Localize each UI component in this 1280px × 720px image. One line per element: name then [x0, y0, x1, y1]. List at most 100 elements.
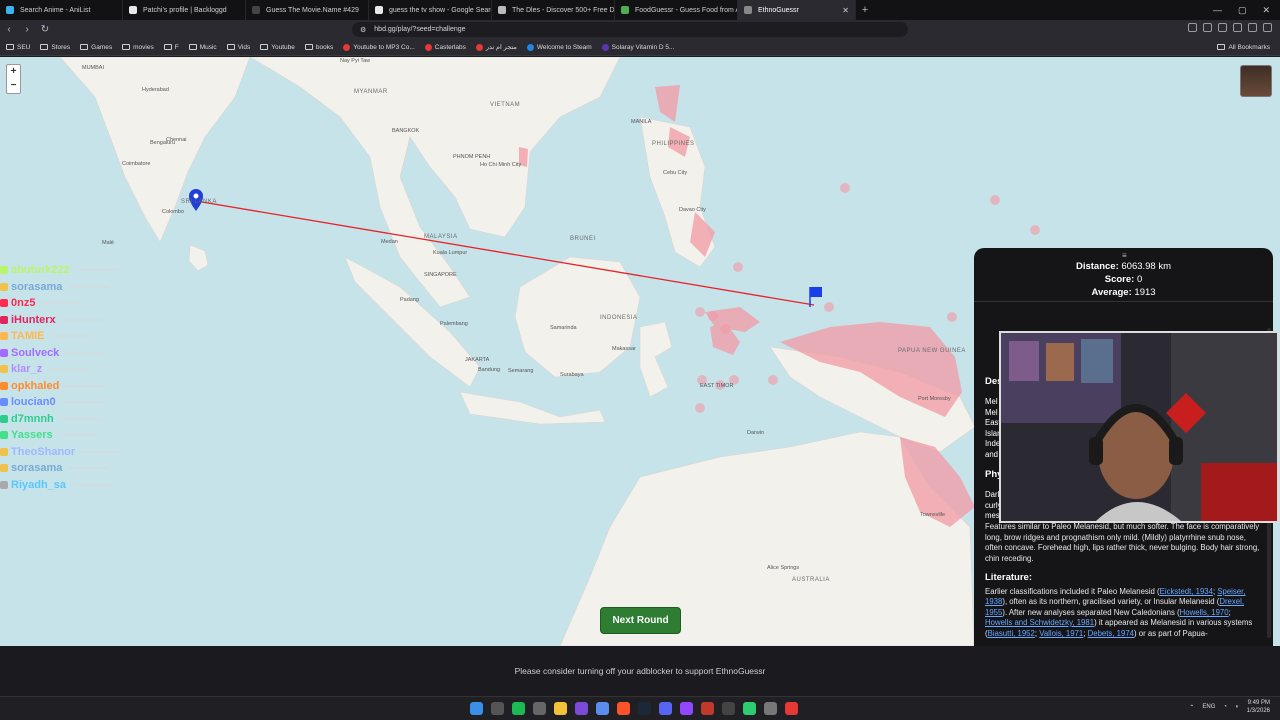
citation-link[interactable]: Biasutti, 1952	[988, 629, 1035, 638]
adblock-notice-text: Please consider turning off your adblock…	[514, 666, 766, 676]
map-place-label: Malé	[102, 240, 114, 246]
tab-title: Patchi's profile | Backloggd	[143, 6, 227, 14]
brave-browser-icon[interactable]	[617, 702, 630, 715]
bookmark-item[interactable]: Youtube to MP3 Co...	[343, 43, 415, 51]
app-icon[interactable]	[743, 702, 756, 715]
browser-tab[interactable]: guess the tv show - Google Search	[369, 0, 492, 20]
citation-link[interactable]: Vallois, 1971	[1039, 629, 1083, 638]
folder-icon	[80, 44, 89, 50]
citation-link[interactable]: Debets, 1974	[1088, 629, 1134, 638]
site-favicon-icon	[526, 43, 534, 51]
chat-message: opkhaled	[0, 378, 160, 395]
address-bar[interactable]: ⚙ hbd.gg/play/?seed=challenge	[352, 22, 908, 37]
bookmark-item[interactable]: Welcome to Steam	[526, 43, 592, 51]
app-icon[interactable]	[701, 702, 714, 715]
app-icon[interactable]	[764, 702, 777, 715]
app-icon[interactable]	[722, 702, 735, 715]
extension-icon[interactable]	[1188, 23, 1197, 32]
bookmark-item[interactable]: Music	[188, 44, 217, 51]
chevron-up-icon[interactable]: ⌃	[1189, 704, 1194, 711]
bookmark-item[interactable]: Games	[80, 44, 112, 51]
bookmark-item[interactable]: Casterlabs	[424, 43, 466, 51]
twitch-icon[interactable]	[680, 702, 693, 715]
chat-message-blur	[59, 434, 100, 437]
chat-username: Riyadh_sa	[11, 478, 67, 491]
bookmark-item[interactable]: F	[163, 43, 179, 51]
close-tab-icon[interactable]: ✕	[842, 6, 849, 15]
panel-body: Features similar to Paleo Melanesid, but…	[985, 522, 1260, 639]
wifi-icon[interactable]: ◔	[1223, 704, 1227, 710]
back-icon[interactable]: ‹	[0, 24, 18, 35]
steam-icon[interactable]	[638, 702, 651, 715]
extension-icon[interactable]	[1233, 23, 1242, 32]
browser-tab[interactable]: EthnoGuessr ✕	[738, 0, 856, 20]
minimize-icon[interactable]: —	[1213, 5, 1222, 15]
citation-link[interactable]: Howells, 1970	[1180, 608, 1229, 617]
map-place-label: Coimbatore	[122, 161, 151, 167]
chat-username: TheoShanor	[11, 445, 76, 458]
reload-icon[interactable]: ↻	[36, 24, 54, 35]
new-tab-button[interactable]: +	[856, 0, 874, 20]
discord-icon[interactable]	[659, 702, 672, 715]
browser-tab[interactable]: Search Anime - AniList	[0, 0, 123, 20]
map-place-label: Bengaluru	[150, 140, 176, 146]
browser-tab[interactable]: FoodGuessr - Guess Food from Arou...	[615, 0, 738, 20]
toolbar-extensions	[1188, 23, 1272, 32]
all-bookmarks-button[interactable]: All Bookmarks	[1217, 44, 1280, 51]
menu-icon[interactable]	[1263, 23, 1272, 32]
average-label: Average:	[1091, 287, 1132, 298]
bookmark-item[interactable]: Stores	[40, 44, 70, 51]
app-icon[interactable]	[533, 702, 546, 715]
result-stats: Distance: 6063.98 km Score: 0 Average: 1…	[974, 260, 1273, 299]
sidebar-icon[interactable]	[1248, 23, 1257, 32]
maximize-icon[interactable]: ▢	[1238, 5, 1247, 16]
bookmark-item[interactable]: Youtube	[260, 44, 295, 51]
bookmark-item[interactable]: متجر ام ندر	[475, 43, 517, 51]
chat-message-blur	[62, 401, 103, 404]
webcam-overlay	[999, 331, 1279, 523]
site-info-icon[interactable]: ⚙	[360, 26, 366, 34]
bookmark-item[interactable]: Solaray Vitamin D 5...	[601, 43, 674, 51]
chat-message: iHunterx	[0, 312, 160, 329]
start-icon[interactable]	[470, 702, 483, 715]
bookmark-item[interactable]: Vids	[226, 44, 250, 51]
chat-username: abuturk222	[11, 264, 70, 277]
bookmark-item[interactable]: books	[304, 44, 333, 51]
browser-tab[interactable]: Patchi's profile | Backloggd	[123, 0, 246, 20]
distance-value: 6063.98 km	[1121, 261, 1172, 272]
chat-username: d7mnnh	[11, 412, 54, 425]
bookmark-item[interactable]: SEU	[6, 44, 30, 51]
folder-icon	[122, 44, 131, 50]
bookmark-label: F	[174, 43, 179, 51]
volume-icon[interactable]: ◖	[1235, 704, 1239, 710]
browser-tab[interactable]: The Dles - Discover 500+ Free Daily ...	[492, 0, 615, 20]
citation-link[interactable]: Eickstedt, 1934	[1160, 587, 1213, 596]
forward-icon[interactable]: ›	[18, 24, 36, 35]
clock-time: 9:49 PM	[1247, 700, 1270, 706]
browser-tab[interactable]: Guess The Movie.Name #429	[246, 0, 369, 20]
app-icon[interactable]	[575, 702, 588, 715]
bookmark-list: SEU Stores Games movies F Music Vids Youtube boo…	[6, 43, 674, 51]
next-round-button[interactable]: Next Round	[600, 607, 681, 634]
spotify-icon[interactable]	[512, 702, 525, 715]
file-explorer-icon[interactable]	[554, 702, 567, 715]
folder-icon	[260, 44, 269, 50]
map-place-label: Padang	[400, 297, 419, 303]
region-luzon	[655, 85, 680, 122]
user-avatar[interactable]	[1240, 65, 1272, 97]
language-indicator[interactable]: ENG	[1202, 704, 1215, 710]
chat-badge-icon	[0, 365, 8, 374]
close-window-icon[interactable]: ✕	[1262, 5, 1270, 16]
search-icon[interactable]	[491, 702, 504, 715]
extension-icon[interactable]	[1203, 23, 1212, 32]
clock[interactable]: 9:49 PM 1/3/2026	[1247, 699, 1270, 715]
app-icon[interactable]	[596, 702, 609, 715]
recording-icon[interactable]	[785, 702, 798, 715]
zoom-out-button[interactable]: −	[11, 81, 17, 91]
drag-handle-icon[interactable]: ≡	[1122, 251, 1127, 260]
zoom-in-button[interactable]: +	[11, 67, 17, 77]
extension-icon[interactable]	[1218, 23, 1227, 32]
chat-badge-icon	[0, 332, 8, 341]
bookmark-item[interactable]: movies	[122, 44, 154, 51]
citation-link[interactable]: Howells and Schwidetzky, 1981	[985, 618, 1094, 627]
